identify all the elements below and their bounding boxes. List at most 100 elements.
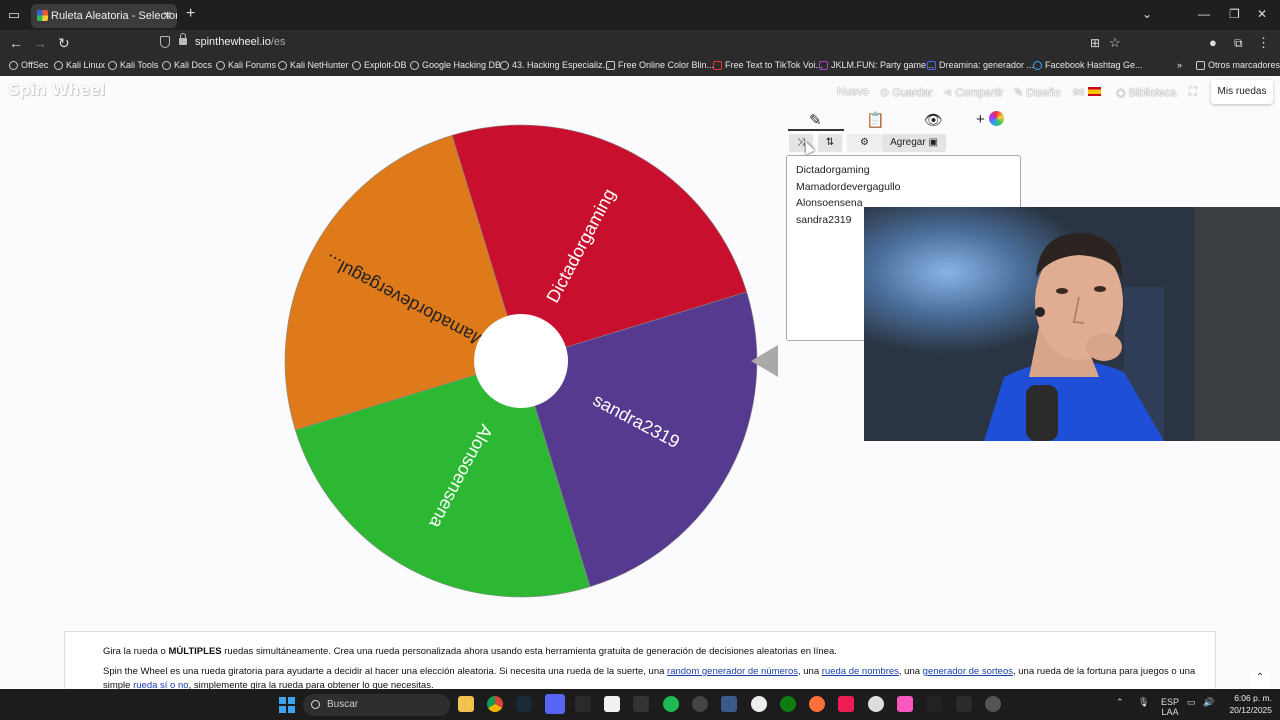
system-clock[interactable]: 6:06 p. m. 20/12/2025	[1224, 692, 1272, 716]
xbox-icon[interactable]	[780, 696, 796, 712]
grok-icon[interactable]	[926, 696, 942, 712]
my-wheels-button[interactable]: Mis ruedas	[1211, 80, 1273, 104]
google-icon[interactable]	[751, 696, 767, 712]
save-link[interactable]: ⊙ Guardar	[880, 86, 933, 99]
bookmark-item[interactable]: 43. Hacking Especializ...	[500, 60, 610, 70]
info-paragraph-1: Gira la rueda o MÚLTIPLES ruedas simultá…	[103, 646, 837, 657]
language-selector[interactable]: es	[1073, 86, 1101, 98]
facebook-hashtag-icon	[1033, 60, 1042, 70]
edit-tab-pencil-icon[interactable]: ✎	[809, 111, 822, 129]
bookmark-item[interactable]: Kali NetHunter	[278, 60, 349, 70]
media-app-icon[interactable]	[721, 696, 737, 712]
globe-icon	[54, 60, 63, 70]
globe-icon	[410, 60, 419, 70]
bookmark-item[interactable]: JKLM.FUN: Party game...	[819, 60, 934, 70]
bookmark-item[interactable]: Dreamina: generador ...	[927, 60, 1034, 70]
more-bookmarks-icon[interactable]: »	[1177, 60, 1182, 70]
epic-games-icon[interactable]	[633, 696, 649, 712]
globe-icon	[500, 60, 509, 70]
tiktok-voice-icon	[713, 60, 722, 70]
volume-icon[interactable]: 🔊	[1203, 697, 1214, 708]
globe-icon	[9, 60, 18, 70]
lock-icon[interactable]	[179, 33, 187, 45]
reload-icon[interactable]: ↻	[58, 35, 70, 51]
bookmark-item[interactable]: Kali Docs	[162, 60, 212, 70]
taskbar-search[interactable]: Buscar	[303, 694, 450, 716]
firefox-icon[interactable]	[809, 696, 825, 712]
network-icon[interactable]: ▭	[1187, 697, 1196, 708]
results-tab-clipboard-icon[interactable]: 📋	[866, 111, 885, 129]
terminal-icon[interactable]	[575, 696, 591, 712]
windows-start-icon[interactable]	[279, 697, 295, 713]
extensions-icon[interactable]: ⧉	[1234, 35, 1243, 51]
browser-tab[interactable]: Ruleta Aleatoria - Selector Pers ✕	[31, 4, 177, 28]
close-tab-icon[interactable]: ✕	[163, 4, 172, 28]
globe-icon	[108, 60, 117, 70]
obs-icon[interactable]	[868, 696, 884, 712]
share-link[interactable]: ⋖ Compartir	[943, 86, 1004, 99]
save-icon: ⊙	[880, 87, 893, 99]
itunes-icon[interactable]	[897, 696, 913, 712]
capcut-icon[interactable]	[604, 696, 620, 712]
bookmark-item[interactable]: OffSec	[9, 60, 48, 70]
hide-tab-eye-off-icon[interactable]: 👁	[924, 111, 943, 129]
microphone-icon[interactable]: 🎙	[1138, 697, 1149, 708]
other-bookmarks[interactable]: Otros marcadores	[1196, 60, 1280, 70]
fullscreen-icon[interactable]: ⛶	[1189, 86, 1197, 99]
new-tab-icon[interactable]: +	[186, 5, 195, 23]
raffle-generator-link[interactable]: generador de sorteos	[923, 666, 1013, 677]
bookmark-item[interactable]: Kali Linux	[54, 60, 105, 70]
name-wheel-link[interactable]: rueda de nombres	[822, 666, 899, 677]
restore-icon[interactable]: ❐	[1229, 7, 1240, 21]
translate-icon[interactable]: ⊞	[1090, 35, 1100, 51]
info-section: Gira la rueda o MÚLTIPLES ruedas simultá…	[64, 631, 1216, 691]
design-link[interactable]: ✎ Diseño	[1014, 86, 1061, 99]
bookmark-item[interactable]: Free Online Color Blin...	[606, 60, 714, 70]
add-image-button[interactable]: Agregar ▣	[882, 134, 946, 152]
bookmark-star-icon[interactable]: ☆	[1109, 35, 1121, 51]
site-logo[interactable]: Spin Wheel	[8, 80, 105, 99]
profile-icon[interactable]: ●	[1209, 35, 1217, 51]
4k-downloader-icon[interactable]	[692, 696, 708, 712]
file-explorer-icon[interactable]	[458, 696, 474, 712]
menu-icon[interactable]: ⋮	[1257, 35, 1270, 51]
shield-icon[interactable]	[160, 36, 170, 48]
globe-icon	[352, 60, 361, 70]
discord-icon[interactable]	[545, 694, 565, 714]
settings-button[interactable]: ⚙	[847, 134, 882, 152]
number-generator-link[interactable]: random generador de números	[667, 666, 798, 677]
back-icon[interactable]: ←	[9, 35, 23, 51]
sort-button[interactable]: ⇅	[818, 134, 842, 152]
new-wheel-link[interactable]: Nuevo	[837, 86, 869, 98]
bookmark-item[interactable]: Google Hacking DB	[410, 60, 501, 70]
close-window-icon[interactable]: ✕	[1257, 7, 1267, 21]
add-wheel-tab[interactable]: +	[976, 111, 1004, 128]
bookmark-item[interactable]: Kali Tools	[108, 60, 158, 70]
spin-wheel[interactable]: Dictadorgamingsandra2319AlonsoensenaMama…	[283, 123, 759, 599]
library-link[interactable]: ◉ Biblioteca	[1116, 86, 1176, 99]
wheel-center-hub[interactable]	[474, 314, 568, 408]
globe-icon: ◉	[1116, 87, 1129, 99]
pencil-icon: ✎	[1014, 87, 1027, 99]
tray-overflow-icon[interactable]: ⌃	[1116, 697, 1124, 708]
language-indicator[interactable]: ESP LAA	[1161, 697, 1179, 717]
steam-icon[interactable]	[516, 696, 532, 712]
entry-line: Dictadorgaming	[796, 164, 870, 176]
scroll-to-top-icon[interactable]: ⌃	[1250, 672, 1270, 688]
bookmark-item[interactable]: Kali Forums	[216, 60, 276, 70]
bookmark-item[interactable]: Exploit-DB	[352, 60, 407, 70]
entry-line: Mamadordevergagullo	[796, 180, 901, 193]
wheel-pointer	[751, 345, 778, 377]
tiktok-icon[interactable]	[838, 696, 854, 712]
terminal-2-icon[interactable]	[956, 696, 972, 712]
bookmark-item[interactable]: Facebook Hashtag Ge...	[1033, 60, 1143, 70]
tab-list-chevron-icon[interactable]: ⌄	[1142, 7, 1152, 21]
chatgpt-icon[interactable]	[985, 696, 1001, 712]
spotify-icon[interactable]	[663, 696, 679, 712]
bookmark-item[interactable]: Free Text to TikTok Voi...	[713, 60, 823, 70]
tab-list-icon[interactable]: ▭	[6, 7, 22, 23]
minimize-icon[interactable]: —	[1198, 7, 1210, 21]
chrome-icon[interactable]	[487, 696, 503, 712]
forward-icon[interactable]: →	[33, 35, 47, 51]
address-bar[interactable]: spinthewheel.io/es	[195, 36, 286, 48]
